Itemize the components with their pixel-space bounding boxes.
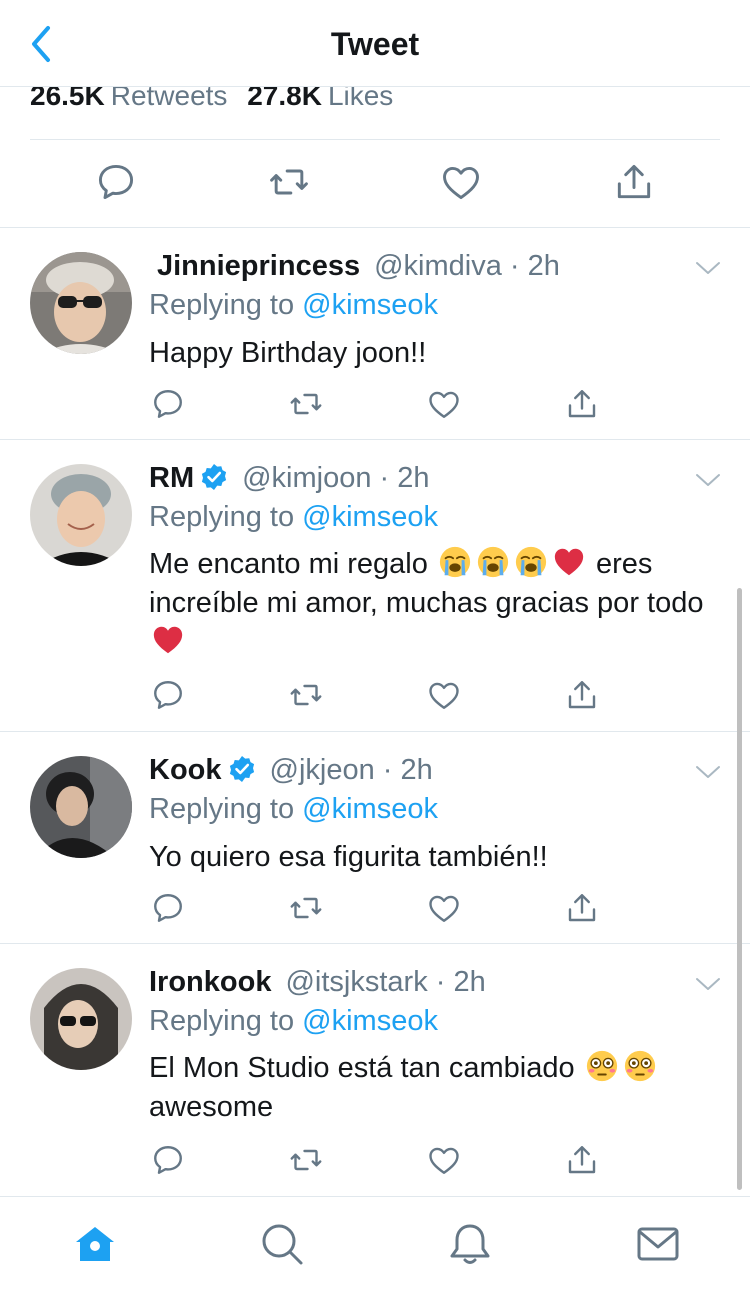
- mention-link[interactable]: @kimseok: [302, 501, 438, 533]
- avatar[interactable]: [30, 756, 132, 858]
- replying-label: Replying to: [149, 501, 295, 533]
- like-icon[interactable]: [426, 677, 462, 713]
- avatar[interactable]: [30, 464, 132, 566]
- reply-tweet[interactable]: Kook @jkjeon · 2h Replying to @kimseok Yo…: [0, 732, 750, 943]
- like-icon[interactable]: [426, 890, 462, 926]
- reply-text: Yo quiero esa figurita también!!: [149, 841, 548, 873]
- replying-to: Replying to @kimseok: [149, 1005, 438, 1038]
- reply-icon[interactable]: [94, 160, 138, 204]
- timestamp: · 2h: [509, 250, 560, 282]
- bottom-tab-bar: [0, 1196, 750, 1295]
- reply-header: Kook @jkjeon · 2h: [149, 754, 433, 787]
- retweet-icon[interactable]: [288, 1142, 324, 1178]
- tweet-action-bar: [0, 156, 750, 212]
- flushed-face-icon: [623, 1049, 657, 1083]
- like-icon[interactable]: [426, 1142, 462, 1178]
- reply-header: Ironkook @itsjkstark · 2h: [149, 966, 486, 999]
- retweet-icon[interactable]: [288, 890, 324, 926]
- reply-header: RM @kimjoon · 2h: [149, 462, 430, 495]
- avatar[interactable]: [30, 252, 132, 354]
- reply-tweet[interactable]: RM @kimjoon · 2h Replying to @kimseok Me …: [0, 440, 750, 731]
- mention-link[interactable]: @kimseok: [302, 1005, 438, 1037]
- user-handle[interactable]: @kimdiva: [374, 250, 502, 282]
- share-icon[interactable]: [564, 1142, 600, 1178]
- reply-header: Jinnieprincess @kimdiva · 2h: [149, 250, 560, 283]
- replying-label: Replying to: [149, 793, 295, 825]
- red-heart-icon: [151, 623, 185, 657]
- scrollbar[interactable]: [737, 588, 742, 1190]
- like-icon[interactable]: [426, 386, 462, 422]
- user-handle[interactable]: @kimjoon: [242, 462, 371, 494]
- reply-icon[interactable]: [150, 386, 186, 422]
- like-icon[interactable]: [439, 160, 483, 204]
- reply-action-bar: [0, 386, 750, 426]
- verified-badge-icon: [228, 755, 256, 783]
- replying-to: Replying to @kimseok: [149, 501, 438, 534]
- share-icon[interactable]: [612, 160, 656, 204]
- timestamp: · 2h: [382, 754, 433, 786]
- chevron-down-icon[interactable]: [694, 258, 722, 278]
- retweet-icon[interactable]: [288, 677, 324, 713]
- chevron-down-icon[interactable]: [694, 470, 722, 490]
- reply-icon[interactable]: [150, 890, 186, 926]
- timestamp: · 2h: [435, 966, 486, 998]
- loudly-crying-face-icon: [476, 545, 510, 579]
- replying-label: Replying to: [149, 1005, 295, 1037]
- reply-action-bar: [0, 677, 750, 717]
- reply-text: Me encanto mi regalo eres increíble mi a…: [149, 545, 709, 662]
- reply-text: El Mon Studio está tan cambiado awesome: [149, 1049, 709, 1127]
- home-icon[interactable]: [72, 1221, 118, 1267]
- replying-to: Replying to @kimseok: [149, 793, 438, 826]
- retweet-icon[interactable]: [267, 160, 311, 204]
- chevron-down-icon[interactable]: [694, 974, 722, 994]
- reply-text-part: El Mon Studio está tan cambiado: [149, 1052, 575, 1084]
- timestamp: · 2h: [379, 462, 430, 494]
- divider: [30, 139, 720, 140]
- display-name[interactable]: Ironkook: [149, 966, 271, 998]
- display-name[interactable]: RM: [149, 462, 194, 494]
- user-handle[interactable]: @jkjeon: [270, 754, 375, 786]
- chevron-down-icon[interactable]: [694, 762, 722, 782]
- messages-envelope-icon[interactable]: [635, 1221, 681, 1267]
- replying-label: Replying to: [149, 289, 295, 321]
- reply-text-part: awesome: [149, 1091, 274, 1123]
- loudly-crying-face-icon: [514, 545, 548, 579]
- share-icon[interactable]: [564, 890, 600, 926]
- display-name[interactable]: Jinnieprincess: [157, 250, 360, 282]
- reply-icon[interactable]: [150, 677, 186, 713]
- top-nav-bar: Tweet: [0, 0, 750, 87]
- mention-link[interactable]: @kimseok: [302, 793, 438, 825]
- reply-action-bar: [0, 890, 750, 930]
- user-handle[interactable]: @itsjkstark: [285, 966, 427, 998]
- share-icon[interactable]: [564, 386, 600, 422]
- share-icon[interactable]: [564, 677, 600, 713]
- reply-action-bar: [0, 1142, 750, 1182]
- search-icon[interactable]: [259, 1221, 305, 1267]
- avatar[interactable]: [30, 968, 132, 1070]
- mention-link[interactable]: @kimseok: [302, 289, 438, 321]
- verified-badge-icon: [200, 463, 228, 491]
- reply-text: Happy Birthday joon!!: [149, 337, 427, 369]
- reply-text-part: Me encanto mi regalo: [149, 548, 428, 580]
- retweet-icon[interactable]: [288, 386, 324, 422]
- page-title: Tweet: [330, 26, 420, 62]
- flushed-face-icon: [585, 1049, 619, 1083]
- reply-tweet[interactable]: Jinnieprincess @kimdiva · 2h Replying to …: [0, 228, 750, 439]
- reply-icon[interactable]: [150, 1142, 186, 1178]
- red-heart-icon: [552, 545, 586, 579]
- replying-to: Replying to @kimseok: [149, 289, 438, 322]
- display-name[interactable]: Kook: [149, 754, 222, 786]
- loudly-crying-face-icon: [438, 545, 472, 579]
- notifications-bell-icon[interactable]: [447, 1221, 493, 1267]
- reply-tweet[interactable]: Ironkook @itsjkstark · 2h Replying to @ki…: [0, 944, 750, 1195]
